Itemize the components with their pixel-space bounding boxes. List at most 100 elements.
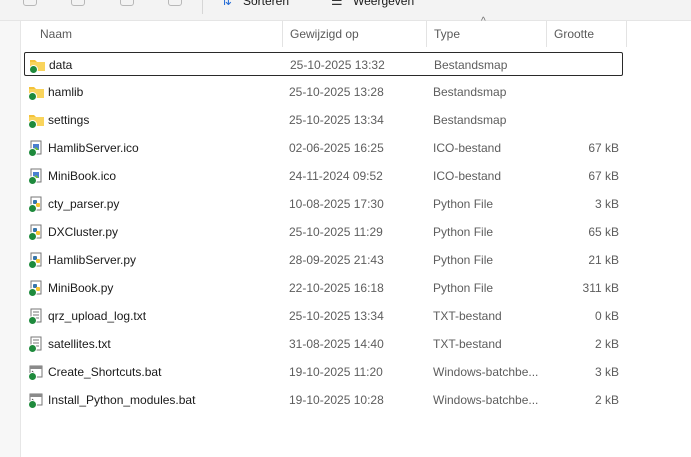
navigation-pane[interactable] xyxy=(0,21,21,457)
file-modified-date: 25-10-2025 13:34 xyxy=(289,113,384,127)
file-name: settings xyxy=(48,113,90,127)
file-row[interactable]: data 25-10-2025 13:32 Bestandsmap xyxy=(24,52,623,76)
file-name: MiniBook.ico xyxy=(48,169,117,183)
sync-status-icon xyxy=(29,65,38,74)
file-name: cty_parser.py xyxy=(48,197,120,211)
column-header-size-label: Grootte xyxy=(554,27,595,41)
folder-icon xyxy=(28,112,45,129)
column-header-type[interactable]: Type xyxy=(427,21,547,47)
file-modified-date: 25-10-2025 13:32 xyxy=(290,58,385,72)
file-modified-date: 19-10-2025 10:28 xyxy=(289,393,384,407)
file-modified-date: 19-10-2025 11:20 xyxy=(289,365,383,379)
view-icon: ☰ xyxy=(331,0,343,8)
file-row[interactable]: MiniBook.ico 24-11-2024 09:52 ICO-bestand 6… xyxy=(24,164,623,188)
folder-icon xyxy=(29,57,46,74)
folder-icon xyxy=(28,84,45,101)
view-button[interactable]: ☰ Weergeven xyxy=(331,0,414,10)
file-name: DXCluster.py xyxy=(48,225,119,239)
file-type: Bestandsmap xyxy=(433,113,507,127)
sync-status-icon xyxy=(28,260,37,269)
file-size: 65 kB xyxy=(588,225,619,239)
sync-status-icon xyxy=(28,344,37,353)
file-name: Install_Python_modules.bat xyxy=(48,393,196,407)
file-type: Bestandsmap xyxy=(434,58,508,72)
python-file-icon xyxy=(28,252,45,269)
file-type: ICO-bestand xyxy=(433,169,502,183)
file-type: TXT-bestand xyxy=(433,337,502,351)
delete-icon[interactable] xyxy=(168,0,182,6)
sync-status-icon xyxy=(28,120,37,129)
python-file-icon xyxy=(28,196,45,213)
file-name: satellites.txt xyxy=(48,337,111,351)
column-header-type-label: Type xyxy=(434,27,461,41)
sync-status-icon xyxy=(28,316,37,325)
file-name: hamlib xyxy=(48,85,84,99)
file-row[interactable]: satellites.txt 31-08-2025 14:40 TXT-bestan… xyxy=(24,332,623,356)
file-row[interactable]: HamlibServer.ico 02-06-2025 16:25 ICO-best… xyxy=(24,136,623,160)
file-row[interactable]: settings 25-10-2025 13:34 Bestandsmap xyxy=(24,108,623,132)
file-name: qrz_upload_log.txt xyxy=(48,309,147,323)
rename-icon[interactable] xyxy=(120,0,134,6)
file-modified-date: 25-10-2025 13:28 xyxy=(289,85,384,99)
file-type: Python File xyxy=(433,225,494,239)
file-name: Create_Shortcuts.bat xyxy=(48,365,162,379)
file-type: ICO-bestand xyxy=(433,141,502,155)
file-type: Python File xyxy=(433,281,494,295)
column-header-name[interactable]: Naam xyxy=(20,21,283,47)
file-modified-date: 24-11-2024 09:52 xyxy=(289,169,383,183)
file-type: Python File xyxy=(433,197,494,211)
file-size: 3 kB xyxy=(594,365,619,379)
file-name: data xyxy=(49,58,73,72)
column-header-size[interactable]: Grootte xyxy=(547,21,627,47)
toolbar-separator xyxy=(202,0,203,14)
file-modified-date: 25-10-2025 11:29 xyxy=(289,225,383,239)
file-modified-date: 28-09-2025 21:43 xyxy=(289,253,384,267)
file-row[interactable]: HamlibServer.py 28-09-2025 21:43 Python Fi… xyxy=(24,248,623,272)
ico-file-icon xyxy=(28,140,45,157)
column-header-row: Naam Gewijzigd op Type ^ Grootte xyxy=(20,17,691,47)
file-size: 2 kB xyxy=(594,337,619,351)
sync-status-icon xyxy=(28,148,37,157)
file-modified-date: 25-10-2025 13:34 xyxy=(289,309,384,323)
file-type: TXT-bestand xyxy=(433,309,502,323)
sync-status-icon xyxy=(28,288,37,297)
file-row[interactable]: DXCluster.py 25-10-2025 11:29 Python File 6… xyxy=(24,220,623,244)
file-row[interactable]: MiniBook.py 22-10-2025 16:18 Python File 31… xyxy=(24,276,623,300)
file-type: Windows-batchbe... xyxy=(433,393,539,407)
file-modified-date: 02-06-2025 16:25 xyxy=(289,141,384,155)
sort-ascending-chevron-icon: ^ xyxy=(481,16,486,27)
file-type: Python File xyxy=(433,253,494,267)
file-modified-date: 31-08-2025 14:40 xyxy=(289,337,384,351)
column-header-name-label: Naam xyxy=(40,27,73,41)
sync-status-icon xyxy=(28,176,37,185)
column-header-modified-label: Gewijzigd op xyxy=(290,27,359,41)
batch-file-icon xyxy=(28,392,45,409)
python-file-icon xyxy=(28,280,45,297)
file-size: 3 kB xyxy=(594,197,619,211)
file-size: 311 kB xyxy=(582,281,619,295)
file-size: 67 kB xyxy=(588,169,619,183)
file-row[interactable]: cty_parser.py 10-08-2025 17:30 Python File… xyxy=(24,192,623,216)
file-size: 21 kB xyxy=(588,253,619,267)
file-row[interactable]: qrz_upload_log.txt 25-10-2025 13:34 TXT-be… xyxy=(24,304,623,328)
sort-button-label: Sorteren xyxy=(243,0,290,8)
file-type: Windows-batchbe... xyxy=(433,365,539,379)
sync-status-icon xyxy=(28,92,37,101)
sync-status-icon xyxy=(28,232,37,241)
file-row[interactable]: hamlib 25-10-2025 13:28 Bestandsmap xyxy=(24,80,623,104)
column-header-modified[interactable]: Gewijzigd op xyxy=(283,21,427,47)
file-name: HamlibServer.ico xyxy=(48,141,139,155)
file-modified-date: 22-10-2025 16:18 xyxy=(289,281,384,295)
paste-icon[interactable] xyxy=(71,0,85,6)
file-row[interactable]: Create_Shortcuts.bat 19-10-2025 11:20 Wind… xyxy=(24,360,623,384)
copy-icon[interactable] xyxy=(23,0,37,6)
sort-icon: ⇅ xyxy=(221,0,232,8)
file-name: HamlibServer.py xyxy=(48,253,137,267)
batch-file-icon xyxy=(28,364,45,381)
sort-button[interactable]: ⇅ Sorteren xyxy=(221,0,289,10)
file-name: MiniBook.py xyxy=(48,281,114,295)
view-button-label: Weergeven xyxy=(353,0,415,8)
file-row[interactable]: Install_Python_modules.bat 19-10-2025 10:… xyxy=(24,388,623,412)
file-size: 67 kB xyxy=(588,141,619,155)
ico-file-icon xyxy=(28,168,45,185)
